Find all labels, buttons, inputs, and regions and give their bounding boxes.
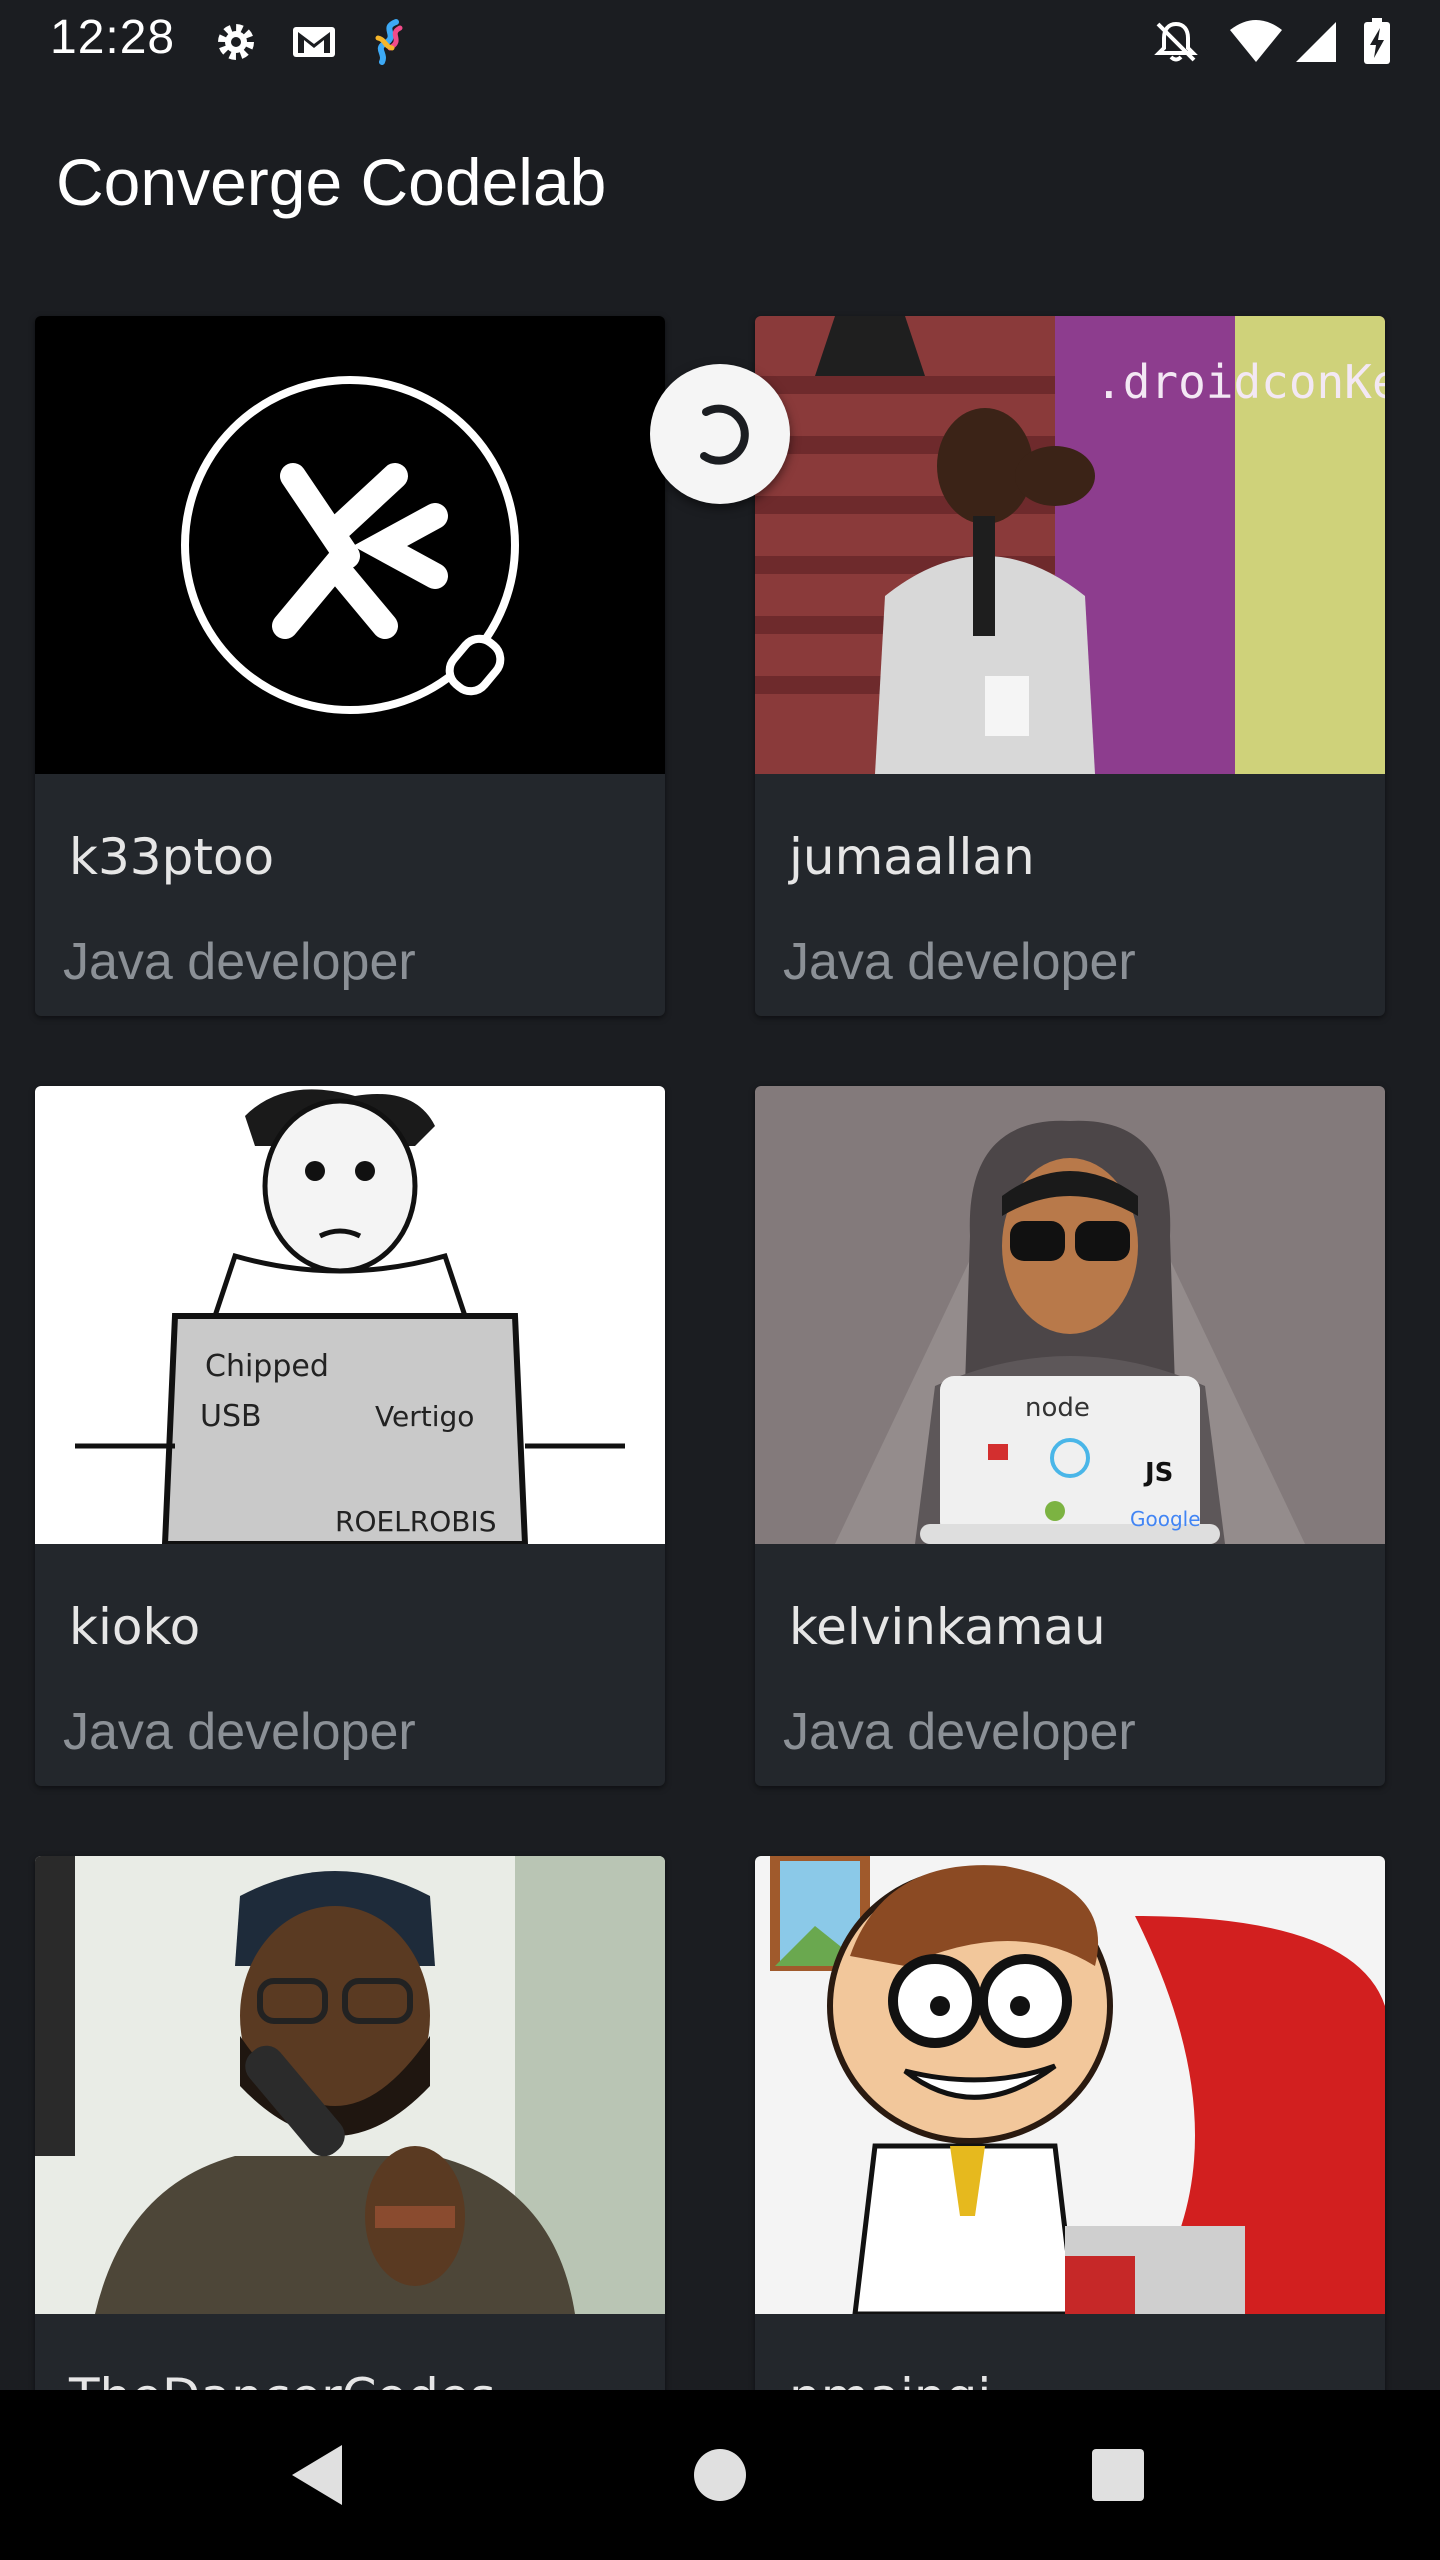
developer-grid[interactable]: k33ptoo Java developer .droidconKe jumaa… <box>0 284 1440 2390</box>
navigation-bar <box>0 2390 1440 2560</box>
svg-text:Vertigo: Vertigo <box>375 1400 474 1433</box>
svg-text:ROELROBIS: ROELROBIS <box>335 1505 497 1538</box>
developer-role: Java developer <box>783 1703 1136 1761</box>
developer-role: Java developer <box>783 933 1136 991</box>
developer-card[interactable]: TheDancerCodes Java developer <box>35 1856 665 2390</box>
signal-icon <box>1292 18 1340 66</box>
app-notification-icon <box>366 18 414 66</box>
developer-username: jumaallan <box>789 828 1035 886</box>
developer-username: TheDancerCodes <box>69 2368 496 2390</box>
refresh-spinner-icon <box>650 364 790 504</box>
microphone-photo-avatar <box>35 1856 665 2314</box>
developer-card[interactable]: k33ptoo Java developer <box>35 316 665 1016</box>
recents-icon[interactable] <box>1078 2435 1158 2515</box>
superhero-cartoon-avatar <box>755 1856 1385 2314</box>
developer-card[interactable]: .droidconKe jumaallan Java developer <box>755 316 1385 1016</box>
developer-username: nmaingi <box>789 2368 991 2390</box>
app-bar: Converge Codelab <box>0 84 1440 284</box>
battery-charging-icon <box>1362 18 1392 66</box>
back-icon[interactable] <box>278 2435 358 2515</box>
svg-text:Chipped: Chipped <box>205 1349 329 1384</box>
developer-role: Java developer <box>63 933 416 991</box>
notifications-off-icon <box>1152 18 1200 66</box>
page-title: Converge Codelab <box>56 145 607 219</box>
svg-text:node: node <box>1025 1393 1090 1423</box>
svg-text:USB: USB <box>200 1399 262 1434</box>
cartoon-laptop-avatar: Chipped USB Vertigo ROELROBIS <box>35 1086 665 1544</box>
status-time: 12:28 <box>50 11 176 64</box>
speaker-photo-avatar: .droidconKe <box>755 316 1385 774</box>
gmail-icon <box>290 18 338 66</box>
developer-username: k33ptoo <box>69 828 275 886</box>
developer-card[interactable]: Chipped USB Vertigo ROELROBIS kioko Java… <box>35 1086 665 1786</box>
logo-avatar <box>35 316 665 774</box>
home-icon[interactable] <box>680 2435 760 2515</box>
developer-card[interactable]: nmaingi Java developer <box>755 1856 1385 2390</box>
developer-role: Java developer <box>63 1703 416 1761</box>
svg-text:.droidconKe: .droidconKe <box>1095 355 1385 409</box>
status-bar: 12:28 <box>0 0 1440 84</box>
svg-text:JS: JS <box>1143 1458 1173 1488</box>
settings-icon <box>212 18 260 66</box>
developer-card[interactable]: node JS Google kelvinkamau Java develope… <box>755 1086 1385 1786</box>
developer-username: kioko <box>69 1598 201 1656</box>
svg-text:Google: Google <box>1130 1507 1201 1531</box>
wifi-icon <box>1228 18 1284 66</box>
hoodie-avatar: node JS Google <box>755 1086 1385 1544</box>
developer-username: kelvinkamau <box>789 1598 1106 1656</box>
